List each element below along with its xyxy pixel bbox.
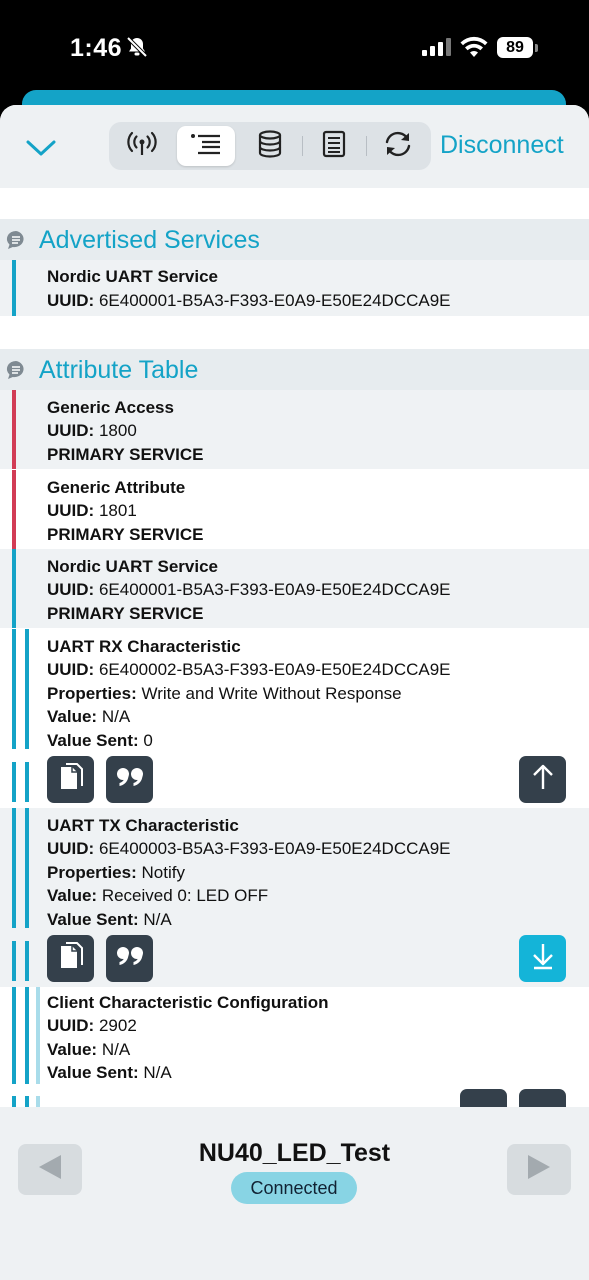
arrow-down-icon xyxy=(531,942,555,975)
advertised-service-row[interactable]: Nordic UART Service UUID: 6E400001-B5A3-… xyxy=(0,260,589,316)
device-card: Disconnect Advertised Services Nordic UA… xyxy=(0,105,589,1280)
descriptor-name: Client Characteristic Configuration xyxy=(47,993,329,1012)
service-bar xyxy=(12,762,16,802)
service-bar xyxy=(12,1096,16,1107)
service-bar xyxy=(12,987,16,1084)
tab-attributes[interactable] xyxy=(177,126,235,166)
service-name: Nordic UART Service xyxy=(47,557,218,576)
characteristic-bar xyxy=(25,808,29,928)
descriptor-uuid: UUID: 2902 xyxy=(47,1016,137,1035)
view-segmented-control xyxy=(109,122,431,170)
refresh-button[interactable] xyxy=(369,126,427,166)
characteristic-value: Value: N/A xyxy=(47,707,131,726)
device-name: NU40_LED_Test xyxy=(198,1139,391,1167)
list-icon xyxy=(190,132,222,161)
characteristic-uuid: UUID: 6E400003-B5A3-F393-E0A9-E50E24DCCA… xyxy=(47,839,451,858)
characteristic-value: Value: Received 0: LED OFF xyxy=(47,886,269,905)
section-title: Advertised Services xyxy=(39,226,260,254)
service-type: PRIMARY SERVICE xyxy=(47,604,204,623)
characteristic-bar xyxy=(25,987,29,1084)
write-button[interactable] xyxy=(519,756,566,803)
copy-button[interactable] xyxy=(47,935,94,982)
segment-divider xyxy=(366,136,367,156)
quote-icon xyxy=(116,946,144,971)
characteristic-row-uart-rx[interactable]: UART RX Characteristic UUID: 6E400002-B5… xyxy=(0,629,589,808)
device-footer: NU40_LED_Test Connected xyxy=(0,1107,589,1280)
battery-level: 89 xyxy=(497,37,533,58)
status-time: 1:46 xyxy=(70,34,123,62)
message-icon xyxy=(6,360,26,385)
descriptor-value: Value: N/A xyxy=(47,1040,131,1059)
refresh-icon xyxy=(382,130,414,163)
service-bar xyxy=(12,470,16,549)
descriptor-value-sent: Value Sent: N/A xyxy=(47,1063,172,1082)
service-name: Generic Access xyxy=(47,398,174,417)
characteristic-name: UART RX Characteristic xyxy=(47,637,241,656)
message-icon xyxy=(6,230,26,255)
descriptor-bar xyxy=(36,987,40,1084)
service-name: Generic Attribute xyxy=(47,478,186,497)
database-icon xyxy=(258,129,282,163)
service-row-generic-attribute[interactable]: Generic Attribute UUID: 1801 PRIMARY SER… xyxy=(0,470,589,549)
toolbar: Disconnect xyxy=(0,105,589,188)
service-bar xyxy=(12,941,16,981)
characteristic-row-uart-tx[interactable]: UART TX Characteristic UUID: 6E400003-B5… xyxy=(0,808,589,987)
connection-status-badge: Connected xyxy=(231,1172,357,1204)
quote-icon xyxy=(116,767,144,792)
tab-database[interactable] xyxy=(241,126,299,166)
next-device-button[interactable] xyxy=(507,1144,571,1195)
service-uuid: UUID: 1800 xyxy=(47,421,137,440)
disconnect-button[interactable]: Disconnect xyxy=(440,131,564,160)
service-uuid: UUID: 6E400001-B5A3-F393-E0A9-E50E24DCCA… xyxy=(47,291,451,310)
segment-divider xyxy=(302,136,303,156)
triangle-right-icon xyxy=(524,1152,554,1187)
antenna-icon xyxy=(127,130,157,163)
service-uuid: UUID: 6E400001-B5A3-F393-E0A9-E50E24DCCA… xyxy=(47,580,451,599)
chevron-down-icon[interactable] xyxy=(24,135,58,159)
arrow-up-icon xyxy=(531,763,555,796)
service-bar xyxy=(12,549,16,628)
quote-button[interactable] xyxy=(106,935,153,982)
copy-icon xyxy=(58,941,84,976)
service-bar xyxy=(12,629,16,749)
service-row-nordic-uart[interactable]: Nordic UART Service UUID: 6E400001-B5A3-… xyxy=(0,549,589,628)
status-bar: 1:46 89 xyxy=(0,0,589,92)
descriptor-bar xyxy=(36,1096,40,1107)
tab-log[interactable] xyxy=(305,126,363,166)
characteristic-bar xyxy=(25,762,29,802)
log-icon xyxy=(322,130,346,163)
service-bar xyxy=(12,390,16,469)
descriptor-row-cccd[interactable]: Client Characteristic Configuration UUID… xyxy=(0,987,589,1119)
advertised-services-header: Advertised Services xyxy=(0,219,589,260)
service-type: PRIMARY SERVICE xyxy=(47,525,204,544)
battery-tip xyxy=(535,44,538,52)
characteristic-name: UART TX Characteristic xyxy=(47,816,239,835)
section-title: Attribute Table xyxy=(39,356,199,384)
tab-advertisement[interactable] xyxy=(113,126,171,166)
wifi-icon xyxy=(460,36,488,63)
service-type: PRIMARY SERVICE xyxy=(47,445,204,464)
characteristic-bar xyxy=(25,941,29,981)
characteristic-bar xyxy=(25,629,29,749)
service-uuid: UUID: 1801 xyxy=(47,501,137,520)
signal-icon xyxy=(422,38,452,61)
service-bar xyxy=(12,260,16,316)
characteristic-uuid: UUID: 6E400002-B5A3-F393-E0A9-E50E24DCCA… xyxy=(47,660,451,679)
copy-icon xyxy=(58,762,84,797)
attribute-table-header: Attribute Table xyxy=(0,349,589,390)
notify-toggle-button[interactable] xyxy=(519,935,566,982)
service-row-generic-access[interactable]: Generic Access UUID: 1800 PRIMARY SERVIC… xyxy=(0,390,589,469)
characteristic-bar xyxy=(25,1096,29,1107)
copy-button[interactable] xyxy=(47,756,94,803)
service-name: Nordic UART Service xyxy=(47,267,218,286)
service-bar xyxy=(12,808,16,928)
characteristic-properties: Properties: Notify xyxy=(47,863,185,882)
characteristic-value-sent: Value Sent: 0 xyxy=(47,731,153,750)
bell-slash-icon xyxy=(126,36,148,63)
characteristic-properties: Properties: Write and Write Without Resp… xyxy=(47,684,402,703)
characteristic-value-sent: Value Sent: N/A xyxy=(47,910,172,929)
quote-button[interactable] xyxy=(106,756,153,803)
